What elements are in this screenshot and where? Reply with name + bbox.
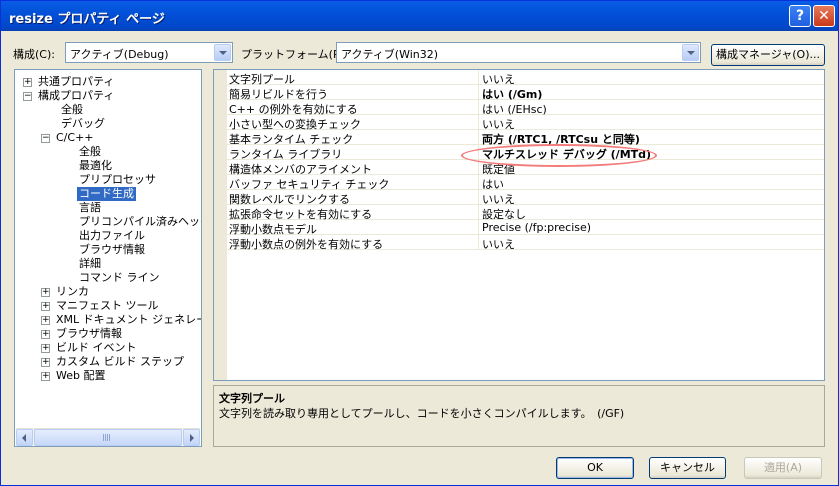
row-margin [214,70,227,85]
expand-icon[interactable]: + [41,344,50,353]
platform-combo[interactable]: アクティブ(Win32) [336,42,701,63]
property-row[interactable]: 浮動小数点の例外を有効にする いいえ [214,235,824,252]
tree-item-label: 全般 [79,145,101,158]
tree-item-label: 出力ファイル [79,229,145,242]
help-button[interactable]: ? [789,5,811,27]
config-manager-button[interactable]: 構成マネージャ(O)... [711,44,825,66]
expand-icon[interactable]: + [41,288,50,297]
property-value[interactable]: Precise (/fp:precise) [482,221,591,234]
row-margin [214,220,227,235]
property-value[interactable]: いいえ [482,236,515,252]
config-combo[interactable]: アクティブ(Debug) [65,42,233,63]
property-row[interactable]: ランタイム ライブラリ マルチスレッド デバッグ (/MTd) [214,145,824,161]
tree-item-label: リンカ [56,285,89,298]
grid-margin [214,250,227,380]
column-divider [478,160,479,175]
property-row[interactable]: 構造体メンバのアライメント 既定値 [214,160,824,176]
collapse-icon[interactable]: − [23,92,32,101]
cancel-button[interactable]: キャンセル [649,457,726,479]
description-title: 文字列プール [219,392,285,405]
tree-item-label: コード生成 [76,186,137,202]
expand-icon[interactable]: + [41,330,50,339]
tree-item-label: XML ドキュメント ジェネレータ [56,313,202,326]
row-margin [214,115,227,130]
row-margin [214,205,227,220]
property-tree[interactable]: + 共通プロパティ − 構成プロパティ 全般 デバッグ − C/C++ 全般 最適化 プリプロセッサ… [14,69,202,447]
expand-icon[interactable]: + [41,372,50,381]
property-row[interactable]: 拡張命令セットを有効にする 設定なし [214,205,824,221]
property-row[interactable]: 簡易リビルドを行う はい (/Gm) [214,85,824,101]
property-row[interactable]: 関数レベルでリンクする いいえ [214,190,824,206]
row-margin [214,130,227,145]
scroll-thumb[interactable] [34,429,182,446]
column-divider [478,70,479,85]
column-divider [478,145,479,160]
scroll-left-icon[interactable] [16,429,33,446]
platform-label: プラットフォーム(P): [241,48,348,61]
property-row[interactable]: 基本ランタイム チェック 両方 (/RTC1, /RTCsu と同等) [214,130,824,146]
row-margin [214,85,227,100]
config-label: 構成(C): [13,48,55,61]
column-divider [478,100,479,115]
row-margin [214,100,227,115]
column-divider [478,205,479,220]
chevron-down-icon[interactable] [682,44,699,61]
platform-value: アクティブ(Win32) [341,48,439,61]
property-row[interactable]: バッファ セキュリティ チェック はい [214,175,824,191]
description-panel: 文字列プール 文字列を読み取り専用としてプールし、コードを小さくコンパイルします… [213,385,825,447]
tree-item-label: ブラウザ情報 [56,327,122,340]
row-margin [214,190,227,205]
window-title: resize プロパティ ページ [9,12,165,27]
tree-item-label: マニフェスト ツール [56,299,159,312]
collapse-icon[interactable]: − [41,134,50,143]
chevron-down-icon[interactable] [214,44,231,61]
tree-item-label: ブラウザ情報 [79,243,145,256]
tree-item-label: プリプロセッサ [79,173,156,186]
column-divider [478,235,479,250]
tree-item-label: 共通プロパティ [38,75,115,88]
tree-item-label: デバッグ [61,117,105,130]
tree-item-label: 最適化 [79,159,112,172]
tree-item-label: コマンド ライン [79,271,160,284]
row-margin [214,235,227,250]
row-margin [214,160,227,175]
tree-item-label: Web 配置 [56,369,106,382]
tree-item-label: 全般 [61,103,83,116]
expand-icon[interactable]: + [41,302,50,311]
tree-item-label: 言語 [79,201,101,214]
tree-item-label: 詳細 [79,257,101,270]
tree-item-label: ビルド イベント [56,341,137,354]
property-name: 浮動小数点の例外を有効にする [229,238,384,251]
tree-horizontal-scrollbar[interactable] [16,428,200,446]
config-value: アクティブ(Debug) [70,48,169,61]
property-grid[interactable]: 文字列プール いいえ 簡易リビルドを行う はい (/Gm) C++ の例外を有効にするは… [213,69,825,381]
title-bar[interactable]: resize プロパティ ページ ? ✕ [1,1,838,31]
column-divider [478,190,479,205]
column-divider [478,115,479,130]
column-divider [478,175,479,190]
column-divider [478,130,479,145]
description-text: 文字列を読み取り専用としてプールし、コードを小さくコンパイルします。 (/GF) [219,407,625,420]
ok-button[interactable]: OK [556,457,634,479]
expand-icon[interactable]: + [41,316,50,325]
property-row[interactable]: 文字列プール いいえ [214,70,824,86]
row-margin [214,175,227,190]
tree-item-label: C/C++ [56,131,94,144]
scroll-right-icon[interactable] [183,429,200,446]
property-pages-dialog: resize プロパティ ページ ? ✕ 構成(C): アクティブ(Debug)… [0,0,839,486]
tree-item-label: カスタム ビルド ステップ [56,355,184,368]
apply-button: 適用(A) [744,457,822,479]
expand-icon[interactable]: + [41,358,50,367]
property-row[interactable]: 浮動小数点モデル Precise (/fp:precise) [214,220,824,236]
row-margin [214,145,227,160]
tree-item-label: 構成プロパティ [38,89,115,102]
property-row[interactable]: C++ の例外を有効にする はい (/EHsc) [214,100,824,116]
column-divider [478,85,479,100]
expand-icon[interactable]: + [23,78,32,87]
close-button[interactable]: ✕ [813,5,835,27]
tree-item-label: プリコンパイル済みヘッダー [79,215,201,228]
column-divider [478,220,479,235]
property-row[interactable]: 小さい型への変換チェック いいえ [214,115,824,131]
